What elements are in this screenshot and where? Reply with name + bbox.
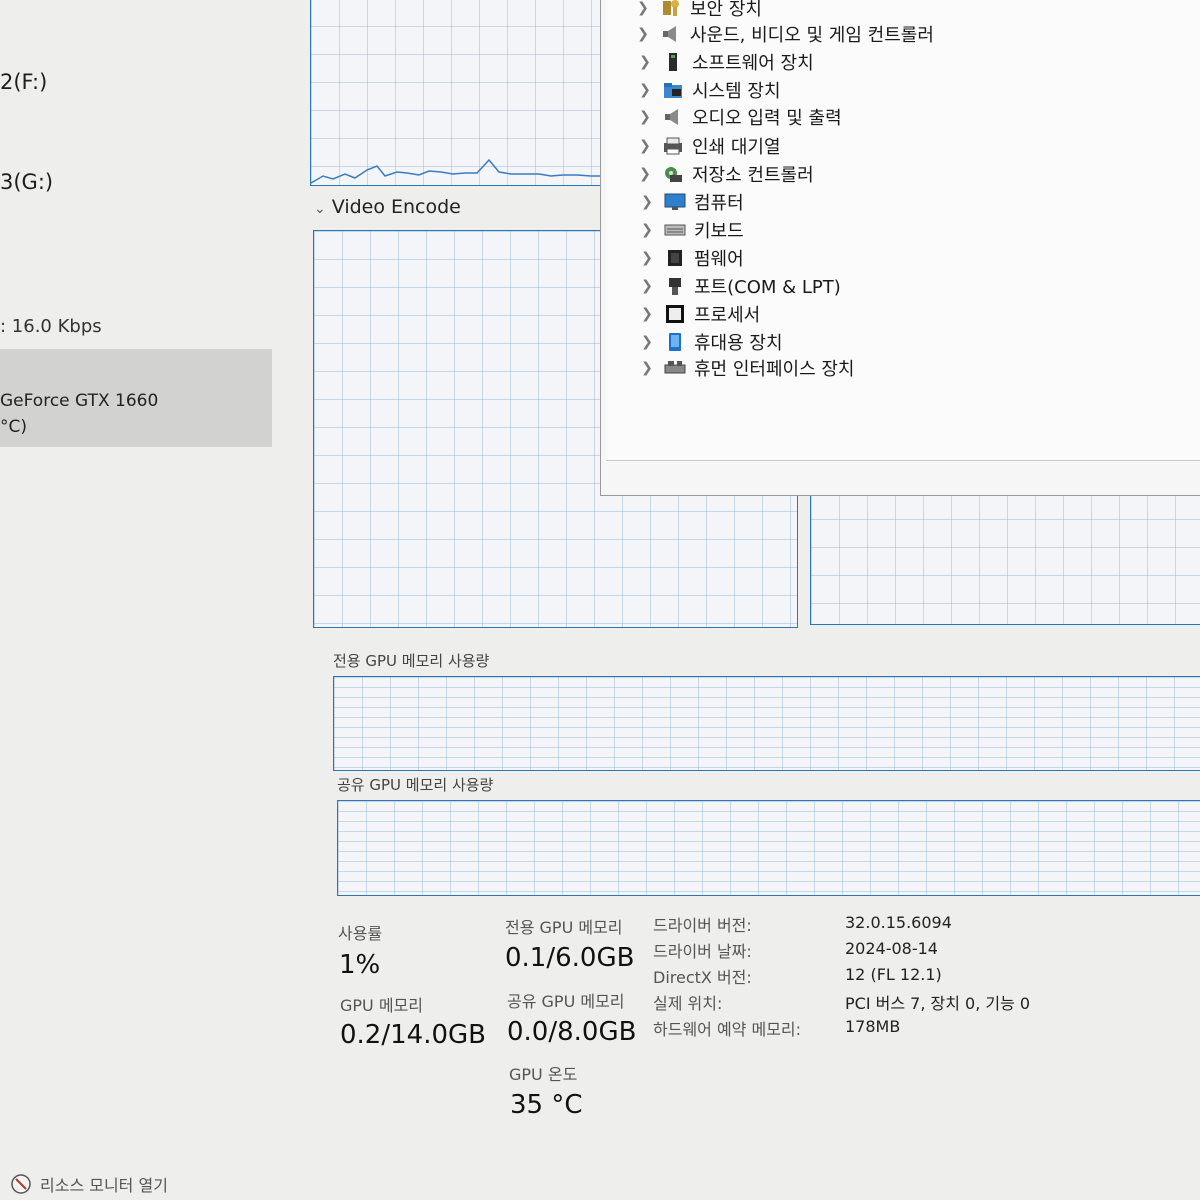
sidebar-network-rate: : 16.0 Kbps [0,316,102,337]
device-category-label: 컴퓨터 [694,193,744,214]
usage-value: 1% [339,950,381,980]
sidebar-gpu-name: GeForce GTX 1660 [0,391,159,411]
device-category-label: 소프트웨어 장치 [692,53,814,74]
sidebar-gpu-temp: °C) [0,417,28,437]
storage-controller-icon [662,163,684,185]
device-category-sound[interactable]: ❯ 사운드, 비디오 및 게임 컨트롤러 [634,20,934,48]
chevron-right-icon[interactable]: ❯ [638,306,656,322]
hardware-reserved-memory-value: 178MB [845,1017,901,1036]
shared-memory-label: 공유 GPU 메모리 [507,992,625,1011]
shared-memory-value: 0.0/8.0GB [507,1017,637,1047]
hid-icon [664,357,686,379]
device-category-label: 사운드, 비디오 및 게임 컨트롤러 [690,25,934,46]
security-key-icon [660,0,682,19]
device-category-storage[interactable]: ❯ 저장소 컨트롤러 [636,160,814,188]
port-icon [664,275,686,297]
sidebar-item-disk-f[interactable]: 2(F:) [0,70,47,94]
chevron-right-icon[interactable]: ❯ [638,360,656,376]
driver-version-label: 드라이버 버전: [653,916,752,935]
chevron-right-icon[interactable]: ❯ [636,138,654,154]
chevron-right-icon[interactable]: ❯ [636,166,654,182]
resource-monitor-icon [11,1174,31,1194]
device-category-label: 휴대용 장치 [694,333,783,354]
device-category-label: 프로세서 [694,305,761,326]
device-category-label: 휴먼 인터페이스 장치 [694,359,855,380]
device-category-label: 인쇄 대기열 [692,137,781,158]
processor-icon [664,303,686,325]
monitor-icon [664,191,686,213]
directx-version-value: 12 (FL 12.1) [845,965,942,984]
chevron-right-icon[interactable]: ❯ [638,194,656,210]
device-tree: ❯ 보안 장치 ❯ 사운드, 비디오 및 게임 컨트롤러 ❯ 소프트웨어 장치 … [606,0,1200,461]
sidebar-item-disk-g[interactable]: 3(G:) [0,170,53,194]
chip-icon [664,247,686,269]
chevron-down-icon: ⌄ [314,201,326,217]
chevron-right-icon[interactable]: ❯ [638,250,656,266]
chevron-right-icon[interactable]: ❯ [636,82,654,98]
dedicated-memory-graph-label: 전용 GPU 메모리 사용량 [333,652,490,670]
chevron-right-icon[interactable]: ❯ [634,0,652,16]
physical-location-label: 실제 위치: [653,994,723,1013]
device-category-audio-io[interactable]: ❯ 오디오 입력 및 출력 [636,103,842,131]
device-category-firmware[interactable]: ❯ 펌웨어 [638,244,744,272]
device-category-label: 키보드 [694,221,744,242]
portable-device-icon [664,331,686,353]
gpu-engine-graph [310,0,610,186]
device-category-label: 오디오 입력 및 출력 [692,108,842,129]
device-category-computer[interactable]: ❯ 컴퓨터 [638,188,744,216]
dedicated-memory-label: 전용 GPU 메모리 [505,918,623,937]
driver-version-value: 32.0.15.6094 [845,913,952,932]
driver-date-value: 2024-08-14 [845,939,938,958]
device-category-security[interactable]: ❯ 보안 장치 [634,0,762,22]
chevron-right-icon[interactable]: ❯ [636,109,654,125]
device-category-keyboard[interactable]: ❯ 키보드 [638,216,744,244]
open-resource-monitor-link[interactable]: 리소스 모니터 열기 [10,1172,168,1196]
device-category-label: 보안 장치 [690,0,762,20]
device-category-label: 시스템 장치 [692,81,781,102]
shared-memory-graph-label: 공유 GPU 메모리 사용량 [337,776,494,794]
physical-location-value: PCI 버스 7, 장치 0, 기능 0 [845,994,1031,1013]
device-category-portable[interactable]: ❯ 휴대용 장치 [638,328,783,356]
performance-sidebar: 2(F:) 3(G:) : 16.0 Kbps GeForce GTX 1660… [0,0,300,1200]
gpu-memory-label: GPU 메모리 [340,996,424,1015]
chevron-right-icon[interactable]: ❯ [634,26,652,42]
software-device-icon [662,51,684,73]
dedicated-memory-value: 0.1/6.0GB [505,943,635,973]
device-category-print-queue[interactable]: ❯ 인쇄 대기열 [636,132,781,160]
device-category-label: 펌웨어 [694,249,744,270]
device-category-label: 저장소 컨트롤러 [692,165,814,186]
device-category-label: 포트(COM & LPT) [694,277,841,298]
device-category-software[interactable]: ❯ 소프트웨어 장치 [636,48,814,76]
engine-graph-right [810,490,1200,625]
gpu-activity-line [311,158,609,184]
directx-version-label: DirectX 버전: [653,968,752,987]
speaker-icon [660,23,682,45]
gpu-memory-value: 0.2/14.0GB [340,1020,486,1050]
video-encode-header[interactable]: ⌄ Video Encode [314,196,461,218]
driver-date-label: 드라이버 날짜: [653,942,752,961]
device-category-ports[interactable]: ❯ 포트(COM & LPT) [638,272,841,300]
speaker-icon [662,106,684,128]
chevron-right-icon[interactable]: ❯ [636,54,654,70]
device-category-hid[interactable]: ❯ 휴먼 인터페이스 장치 [638,354,854,382]
video-encode-label: Video Encode [331,196,461,218]
chevron-right-icon[interactable]: ❯ [638,278,656,294]
keyboard-icon [664,219,686,241]
hardware-reserved-memory-label: 하드웨어 예약 메모리: [653,1020,802,1039]
gpu-temperature-label: GPU 온도 [509,1065,578,1084]
usage-label: 사용률 [338,924,383,943]
device-manager-window: ❯ 보안 장치 ❯ 사운드, 비디오 및 게임 컨트롤러 ❯ 소프트웨어 장치 … [600,0,1200,496]
gpu-temperature-value: 35 °C [510,1090,583,1120]
open-resource-monitor-label: 리소스 모니터 열기 [40,1176,168,1195]
sidebar-item-gpu[interactable]: GeForce GTX 1660 °C) [0,349,272,447]
dedicated-memory-graph [333,676,1200,771]
shared-memory-graph [337,800,1200,896]
system-folder-icon [662,79,684,101]
device-category-system[interactable]: ❯ 시스템 장치 [636,76,781,104]
device-category-processor[interactable]: ❯ 프로세서 [638,300,760,328]
chevron-right-icon[interactable]: ❯ [638,334,656,350]
printer-icon [662,135,684,157]
chevron-right-icon[interactable]: ❯ [638,222,656,238]
